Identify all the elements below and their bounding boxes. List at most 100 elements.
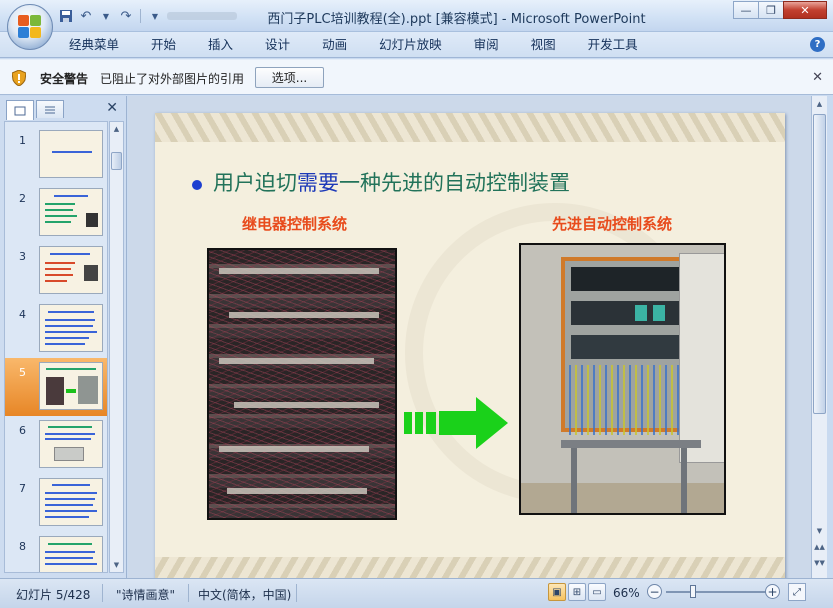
zoom-level[interactable]: 66% xyxy=(613,586,640,600)
scroll-down-icon[interactable]: ▼ xyxy=(813,524,826,537)
thumbnail-image xyxy=(39,536,103,572)
thumbnail-scrollbar[interactable]: ▲ ▼ xyxy=(109,121,124,573)
previous-slide-icon[interactable]: ▲▲ xyxy=(813,540,826,553)
slide-counter: 幻灯片 5/428 xyxy=(16,588,91,602)
tab-developer[interactable]: 开发工具 xyxy=(587,36,639,54)
scroll-thumb[interactable] xyxy=(813,114,826,414)
window-controls: — ❐ ✕ xyxy=(733,1,827,19)
thumbnail-image xyxy=(39,362,103,410)
outline-tab-icon xyxy=(45,106,55,113)
thumbnail-image xyxy=(39,420,103,468)
restore-button[interactable]: ❐ xyxy=(758,1,784,19)
status-bar: 幻灯片 5/428 "诗情画意" 中文(简体，中国) ▣ ⊞ ▭ 66% − +… xyxy=(0,578,833,608)
slide-canvas[interactable]: 用户迫切需要一种先进的自动控制装置 继电器控制系统 先进自动控制系统 xyxy=(155,113,785,583)
qat-separator xyxy=(140,9,141,23)
shield-icon xyxy=(12,70,26,86)
status-separator xyxy=(188,584,189,602)
panel-close-icon[interactable]: ✕ xyxy=(106,100,118,116)
slides-tab[interactable] xyxy=(6,100,34,120)
slide-thumbnail-6[interactable]: 6 xyxy=(5,416,107,474)
zoom-in-button[interactable]: + xyxy=(765,584,780,599)
bullet-icon xyxy=(192,180,202,190)
scroll-up-icon[interactable]: ▲ xyxy=(813,97,826,110)
thumbnail-image xyxy=(39,130,103,178)
thumbnail-image xyxy=(39,478,103,526)
slide-thumbnail-8[interactable]: 8 xyxy=(5,532,107,572)
thumbnail-image xyxy=(39,188,103,236)
close-button[interactable]: ✕ xyxy=(783,1,827,19)
window-title: 西门子PLC培训教程(全).ppt [兼容模式] - Microsoft Pow… xyxy=(267,12,646,27)
slide-number: 5 xyxy=(19,366,26,379)
scroll-down-icon[interactable]: ▼ xyxy=(110,558,123,572)
slide-number: 6 xyxy=(19,424,26,437)
plc-control-cabinet-photo[interactable] xyxy=(519,243,726,515)
zoom-slider-thumb[interactable] xyxy=(690,585,696,598)
tab-classic-menu[interactable]: 经典菜单 xyxy=(68,36,120,54)
slide-number: 8 xyxy=(19,540,26,553)
tab-slide-show[interactable]: 幻灯片放映 xyxy=(378,36,443,54)
slide-thumbnail-5-selected[interactable]: 5 xyxy=(5,358,107,416)
slide-show-view-button[interactable]: ▭ xyxy=(588,583,606,601)
slide-title[interactable]: 用户迫切需要一种先进的自动控制装置 xyxy=(213,167,570,197)
zoom-slider-track[interactable] xyxy=(666,591,766,593)
thumbnail-image xyxy=(39,304,103,352)
outline-tab[interactable] xyxy=(36,100,64,118)
options-button[interactable]: 选项... xyxy=(255,67,324,88)
customize-qat-icon[interactable]: ▼ xyxy=(147,8,163,24)
slide-number: 3 xyxy=(19,250,26,263)
redo-icon[interactable]: ↷ xyxy=(118,8,134,24)
normal-view-button[interactable]: ▣ xyxy=(548,583,566,601)
slide-title-part1: 用户迫切 xyxy=(213,171,297,195)
title-bar: ↶ ▼ ↷ ▼ 西门子PLC培训教程(全).ppt [兼容模式] - Micro… xyxy=(0,0,833,32)
relay-control-photo[interactable] xyxy=(207,248,397,520)
slide-number: 7 xyxy=(19,482,26,495)
ribbon-tabs-bar: 经典菜单 开始 插入 设计 动画 幻灯片放映 审阅 视图 开发工具 ? xyxy=(0,32,833,58)
slide-sorter-view-button[interactable]: ⊞ xyxy=(568,583,586,601)
slide-thumbnail-list: 1 2 3 4 5 6 7 8 xyxy=(4,121,108,573)
language-indicator[interactable]: 中文(简体，中国) xyxy=(198,586,291,603)
slides-tab-icon xyxy=(14,106,26,115)
zoom-out-button[interactable]: − xyxy=(647,584,662,599)
office-button[interactable] xyxy=(7,4,53,50)
tab-design[interactable]: 设计 xyxy=(264,36,291,54)
relay-system-caption[interactable]: 继电器控制系统 xyxy=(242,213,347,234)
scroll-up-icon[interactable]: ▲ xyxy=(110,122,123,136)
slide-thumbnail-1[interactable]: 1 xyxy=(5,126,107,184)
slides-panel: ✕ 1 2 3 4 5 6 7 8 ▲ ▼ xyxy=(0,96,127,578)
slide-thumbnail-3[interactable]: 3 xyxy=(5,242,107,300)
slide-title-part2: 一种先进的自动控制装置 xyxy=(339,171,570,195)
help-icon[interactable]: ? xyxy=(810,37,825,52)
dropdown-icon[interactable]: ▼ xyxy=(98,8,114,24)
status-separator xyxy=(102,584,103,602)
next-slide-icon[interactable]: ▼▼ xyxy=(813,556,826,569)
slide-number: 1 xyxy=(19,134,26,147)
arrow-right-icon[interactable] xyxy=(404,397,509,449)
tab-animations[interactable]: 动画 xyxy=(321,36,348,54)
slide-title-highlight: 需要 xyxy=(297,171,339,195)
automation-system-caption[interactable]: 先进自动控制系统 xyxy=(552,213,672,234)
theme-name[interactable]: "诗情画意" xyxy=(116,586,175,603)
save-icon[interactable] xyxy=(58,8,74,24)
tab-review[interactable]: 审阅 xyxy=(473,36,500,54)
office-logo-icon xyxy=(18,15,42,39)
tab-insert[interactable]: 插入 xyxy=(207,36,234,54)
slide-thumbnail-7[interactable]: 7 xyxy=(5,474,107,532)
status-separator xyxy=(296,584,297,602)
slide-editing-area: 用户迫切需要一种先进的自动控制装置 继电器控制系统 先进自动控制系统 xyxy=(128,96,811,583)
undo-icon[interactable]: ↶ xyxy=(78,8,94,24)
slide-thumbnail-4[interactable]: 4 xyxy=(5,300,107,358)
decorative-border-top xyxy=(155,113,785,142)
tab-view[interactable]: 视图 xyxy=(530,36,557,54)
scroll-thumb[interactable] xyxy=(111,152,122,170)
security-bar-close-icon[interactable]: ✕ xyxy=(812,70,823,85)
security-warning-bar: 安全警告 已阻止了对外部图片的引用 选项... ✕ xyxy=(0,59,833,95)
minimize-button[interactable]: — xyxy=(733,1,759,19)
tab-home[interactable]: 开始 xyxy=(150,36,177,54)
security-warning-message: 已阻止了对外部图片的引用 xyxy=(100,72,245,86)
fit-to-window-icon[interactable]: ⤢ xyxy=(788,583,806,601)
slide-number: 4 xyxy=(19,308,26,321)
slide-scrollbar[interactable]: ▲ ▼ ▲▲ ▼▼ xyxy=(811,96,827,578)
slide-thumbnail-2[interactable]: 2 xyxy=(5,184,107,242)
ribbon-tabs: 经典菜单 开始 插入 设计 动画 幻灯片放映 审阅 视图 开发工具 xyxy=(68,36,639,54)
thumbnail-image xyxy=(39,246,103,294)
